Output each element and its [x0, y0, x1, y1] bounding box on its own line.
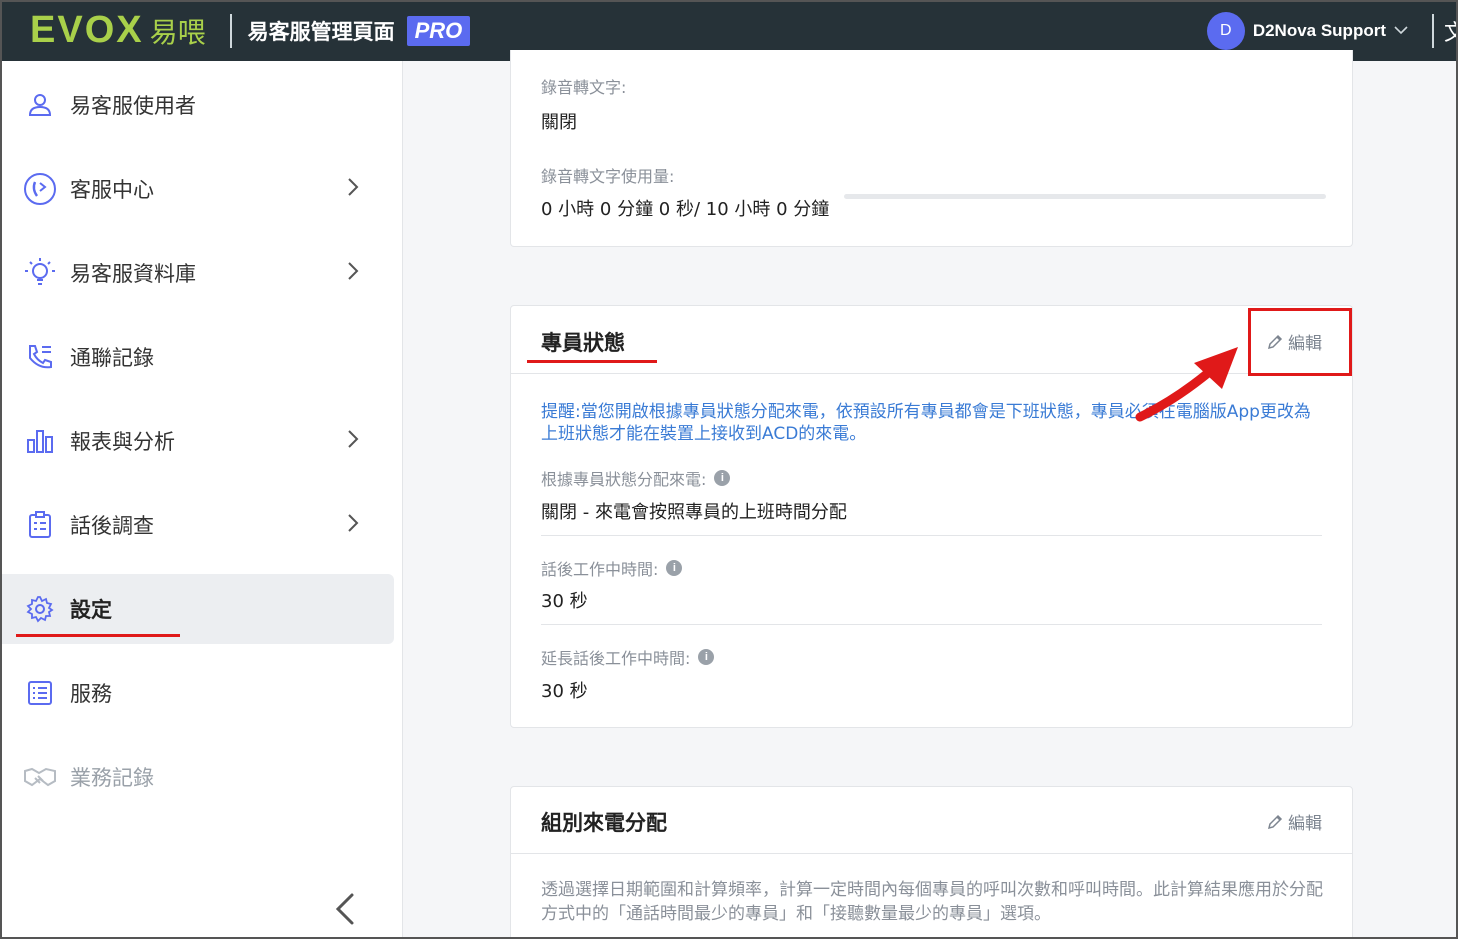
- status-distribution-value: 關閉 - 來電會按照專員的上班時間分配: [541, 502, 847, 523]
- card-header-divider: [511, 853, 1352, 854]
- group-call-title: 組別來電分配: [541, 811, 667, 835]
- pro-badge: PRO: [406, 15, 471, 46]
- app-title: 易客服管理頁面: [247, 19, 395, 44]
- sidebar-item-knowledge-base[interactable]: 易客服資料庫: [2, 238, 394, 308]
- sidebar-item-label: 話後調查: [70, 514, 154, 538]
- bar-chart-icon: [22, 423, 58, 459]
- usage-value: 0 小時 0 分鐘 0 秒/ 10 小時 0 分鐘: [541, 199, 830, 220]
- sidebar-item-services[interactable]: 服務: [2, 658, 394, 728]
- chevron-right-icon: [347, 177, 359, 201]
- sidebar-item-call-center[interactable]: 客服中心: [2, 154, 394, 224]
- call-center-icon: [22, 171, 58, 207]
- field-divider: [541, 535, 1322, 536]
- sidebar-item-survey[interactable]: 話後調查: [2, 490, 394, 560]
- phone-log-icon: [22, 339, 58, 375]
- sidebar-item-label: 報表與分析: [70, 430, 175, 454]
- wrapup-time-value: 30 秒: [541, 591, 588, 612]
- status-distribution-label: 根據專員狀態分配來電: i: [541, 466, 731, 490]
- info-icon[interactable]: i: [666, 560, 683, 576]
- group-call-distribution-card: 組別來電分配 編輯 透過選擇日期範圍和計算頻率，計算一定時間內每個專員的呼叫次數…: [510, 786, 1353, 939]
- extended-wrapup-value: 30 秒: [541, 681, 588, 702]
- gear-icon: [22, 591, 58, 627]
- evox-logo[interactable]: EVOX 易喂: [30, 0, 206, 61]
- sidebar-item-label: 業務記錄: [70, 766, 154, 790]
- sidebar-item-call-logs[interactable]: 通聯記錄: [2, 322, 394, 392]
- logo-cn-text: 易喂: [149, 15, 206, 49]
- transcription-value: 關閉: [541, 112, 577, 133]
- sidebar-item-label: 通聯記錄: [70, 346, 154, 370]
- transcription-label: 錄音轉文字:: [541, 78, 627, 97]
- field-label-text: 話後工作中時間:: [541, 560, 659, 579]
- sidebar-item-label: 服務: [70, 682, 112, 706]
- wrapup-time-label: 話後工作中時間: i: [541, 556, 683, 580]
- sidebar-item-business-records[interactable]: 業務記錄: [2, 742, 394, 812]
- header-divider: [229, 13, 232, 48]
- edit-label: 編輯: [1288, 814, 1322, 834]
- sidebar-item-label: 設定: [70, 598, 112, 622]
- service-list-icon: [22, 675, 58, 711]
- user-name[interactable]: D2Nova Support: [1253, 21, 1386, 41]
- agent-status-annotation-underline: [527, 360, 657, 363]
- chevron-right-icon: [347, 429, 359, 453]
- info-icon[interactable]: i: [714, 470, 731, 486]
- group-call-edit-button[interactable]: 編輯: [1266, 809, 1322, 834]
- sidebar-item-label: 客服中心: [70, 178, 154, 202]
- settings-annotation-underline: [16, 634, 180, 637]
- lightbulb-icon: [22, 255, 58, 291]
- user-icon: [22, 87, 58, 123]
- pencil-icon: [1267, 814, 1283, 829]
- language-divider: [1432, 13, 1434, 48]
- field-label-text: 延長話後工作中時間:: [541, 649, 691, 668]
- language-switch[interactable]: 文: [1444, 15, 1458, 47]
- recording-settings-card: 錄音轉文字: 關閉 錄音轉文字使用量: 0 小時 0 分鐘 0 秒/ 10 小時…: [510, 50, 1353, 247]
- group-call-description: 透過選擇日期範圍和計算頻率，計算一定時間內每個專員的呼叫次數和呼叫時間。此計算結…: [541, 880, 1323, 924]
- edit-annotation-box: [1248, 308, 1352, 376]
- field-divider: [541, 624, 1322, 625]
- logo-text: EVOX: [30, 9, 144, 51]
- info-icon[interactable]: i: [698, 649, 715, 665]
- sidebar-item-label: 易客服資料庫: [70, 262, 196, 286]
- chevron-right-icon: [347, 513, 359, 537]
- sidebar-item-reports[interactable]: 報表與分析: [2, 406, 394, 476]
- collapse-sidebar-button[interactable]: [330, 891, 360, 927]
- avatar[interactable]: D: [1206, 11, 1245, 50]
- handshake-icon: [22, 759, 58, 795]
- extended-wrapup-label: 延長話後工作中時間: i: [541, 645, 715, 669]
- annotation-arrow-icon: [1135, 347, 1238, 422]
- chevron-right-icon: [347, 261, 359, 285]
- sidebar-item-label: 易客服使用者: [70, 94, 196, 118]
- sidebar: 易客服使用者 客服中心 易客服資料庫 通聯記錄 報表與分析 話後調查 設定 服務…: [0, 61, 403, 939]
- clipboard-icon: [22, 507, 58, 543]
- usage-label: 錄音轉文字使用量:: [541, 167, 675, 186]
- agent-status-title: 專員狀態: [541, 331, 625, 355]
- sidebar-item-users[interactable]: 易客服使用者: [2, 70, 394, 140]
- usage-progress-bar: [844, 194, 1326, 199]
- field-label-text: 根據專員狀態分配來電:: [541, 470, 707, 489]
- chevron-down-icon[interactable]: [1394, 23, 1408, 39]
